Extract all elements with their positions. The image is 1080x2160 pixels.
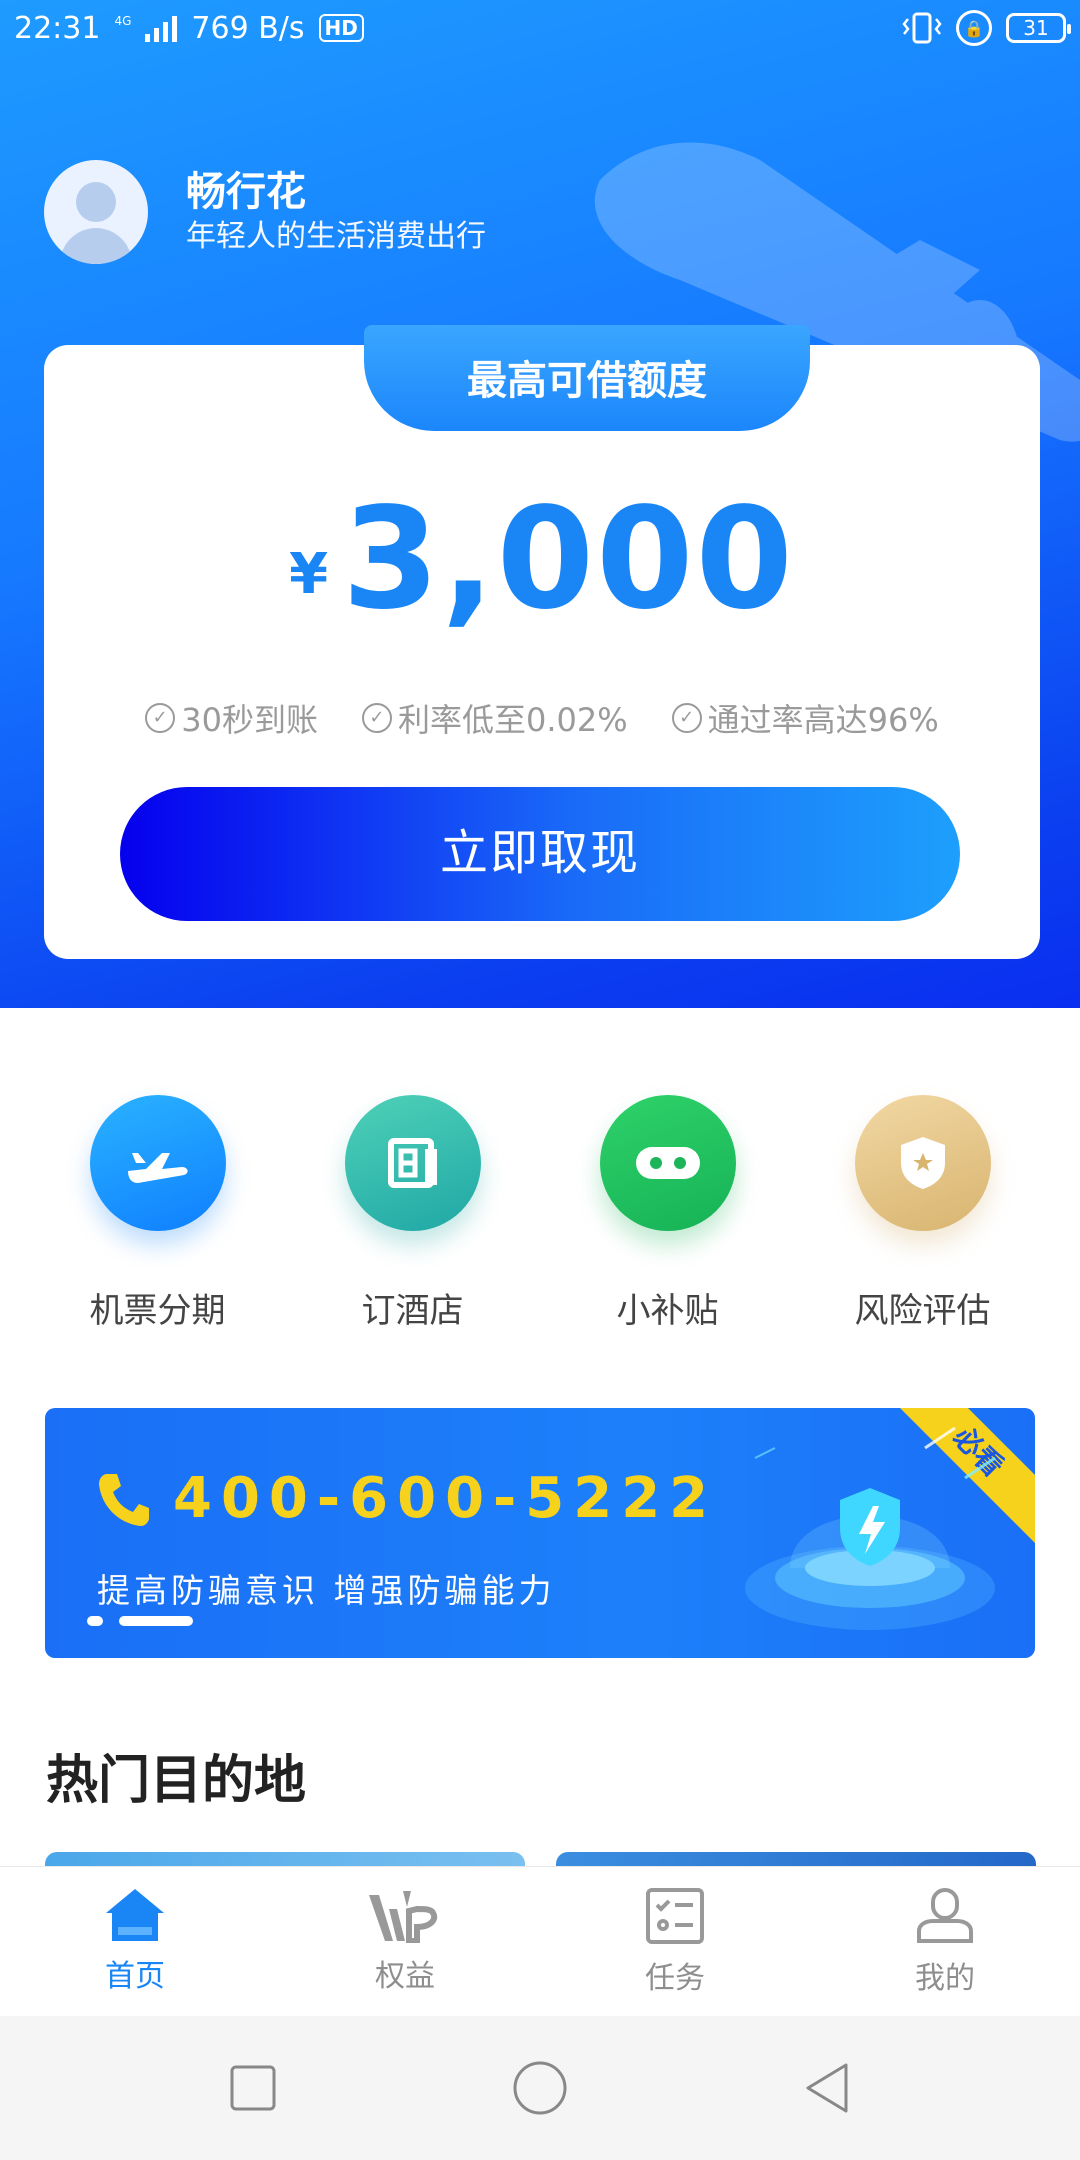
credit-amount: ¥3,000 (44, 485, 1040, 635)
credit-limit-title: 最高可借额度 (364, 325, 810, 431)
circle-icon (513, 2061, 567, 2115)
status-time: 22:31 (14, 10, 101, 46)
check-circle-icon: ✓ (671, 703, 702, 733)
service-risk-assessment[interactable]: 风险评估 (795, 1095, 1050, 1332)
signal-icon (145, 14, 178, 42)
service-label: 风险评估 (854, 1291, 991, 1331)
anti-fraud-banner[interactable]: 必看 400-600-5222 提高防骗意识 增强防骗能力 (45, 1408, 1035, 1658)
currency-symbol: ¥ (289, 542, 329, 607)
avatar[interactable] (44, 160, 148, 264)
tab-label: 首页 (105, 1959, 165, 1994)
home-icon (106, 1889, 164, 1941)
tab-label: 权益 (375, 1959, 435, 1994)
status-bar: 22:31 4G 769 B/s HD 🔒 31 (0, 0, 1080, 56)
hot-destinations-title: 热门目的地 (46, 1751, 307, 1811)
app-slogan: 年轻人的生活消费出行 (186, 219, 486, 254)
rotation-lock-icon: 🔒 (956, 10, 992, 46)
check-circle-icon: ✓ (145, 703, 176, 733)
hero-section: 22:31 4G 769 B/s HD 🔒 31 畅行花 年轻人的生活消费出行 … (0, 0, 1080, 1008)
service-label: 小补贴 (616, 1291, 719, 1331)
tab-home[interactable]: 首页 (0, 1867, 270, 2016)
service-label: 机票分期 (89, 1291, 226, 1331)
carousel-indicator (87, 1616, 193, 1626)
back-button[interactable] (797, 2058, 857, 2118)
feature-item: ✓ 30秒到账 (145, 695, 318, 741)
feature-label: 通过率高达96% (707, 701, 939, 739)
home-button[interactable] (510, 2058, 570, 2118)
subsidy-icon (599, 1095, 736, 1231)
back-triangle-icon (806, 2063, 848, 2113)
vip-icon (369, 1891, 438, 1943)
vibrate-icon (902, 12, 942, 44)
credit-card: 最高可借额度 ¥3,000 ✓ 30秒到账 ✓ 利率低至0.02% ✓ 通过率高… (44, 325, 1040, 959)
phone-icon (99, 1473, 149, 1526)
square-icon (230, 2065, 276, 2111)
bottom-tab-bar: 首页 权益 任务 我的 (0, 1866, 1080, 2016)
feature-list: ✓ 30秒到账 ✓ 利率低至0.02% ✓ 通过率高达96% (44, 695, 1040, 741)
amount-value: 3,000 (342, 478, 795, 641)
banner-slogan: 提高防骗意识 增强防骗能力 (97, 1571, 556, 1610)
carousel-dot-active[interactable] (119, 1616, 193, 1626)
hd-icon: HD (318, 14, 364, 42)
tab-tasks[interactable]: 任务 (540, 1867, 810, 2016)
app-name: 畅行花 (186, 169, 306, 215)
service-hotel[interactable]: 订酒店 (285, 1095, 540, 1332)
shield-illustration (745, 1426, 996, 1630)
tab-label: 任务 (645, 1961, 705, 1996)
network-type: 4G (114, 14, 132, 28)
feature-item: ✓ 利率低至0.02% (361, 695, 628, 741)
check-circle-icon: ✓ (361, 703, 392, 733)
hotline-number: 400-600-5222 (173, 1466, 718, 1531)
profile-header[interactable]: 畅行花 年轻人的生活消费出行 (44, 160, 486, 264)
service-label: 订酒店 (361, 1291, 464, 1331)
task-list-icon (646, 1888, 704, 1944)
airplane-icon (89, 1095, 226, 1231)
service-flight-installment[interactable]: 机票分期 (30, 1095, 285, 1332)
tab-profile[interactable]: 我的 (810, 1867, 1080, 2016)
service-grid: 机票分期 订酒店 小补贴 风险评估 (0, 1095, 1080, 1332)
recents-button[interactable] (223, 2058, 283, 2118)
shield-star-icon (854, 1095, 991, 1231)
battery-icon: 31 (1006, 13, 1071, 43)
carousel-dot[interactable] (87, 1616, 103, 1626)
tab-label: 我的 (915, 1961, 975, 1996)
tab-benefits[interactable]: 权益 (270, 1867, 540, 2016)
system-navigation-bar (0, 2016, 1080, 2160)
service-subsidy[interactable]: 小补贴 (540, 1095, 795, 1332)
profile-icon (917, 1888, 973, 1943)
feature-item: ✓ 通过率高达96% (671, 695, 939, 741)
net-speed: 769 B/s (191, 10, 305, 46)
withdraw-button[interactable]: 立即取现 (120, 787, 960, 921)
feature-label: 利率低至0.02% (397, 701, 628, 739)
feature-label: 30秒到账 (181, 701, 318, 739)
hotel-icon (344, 1095, 481, 1231)
